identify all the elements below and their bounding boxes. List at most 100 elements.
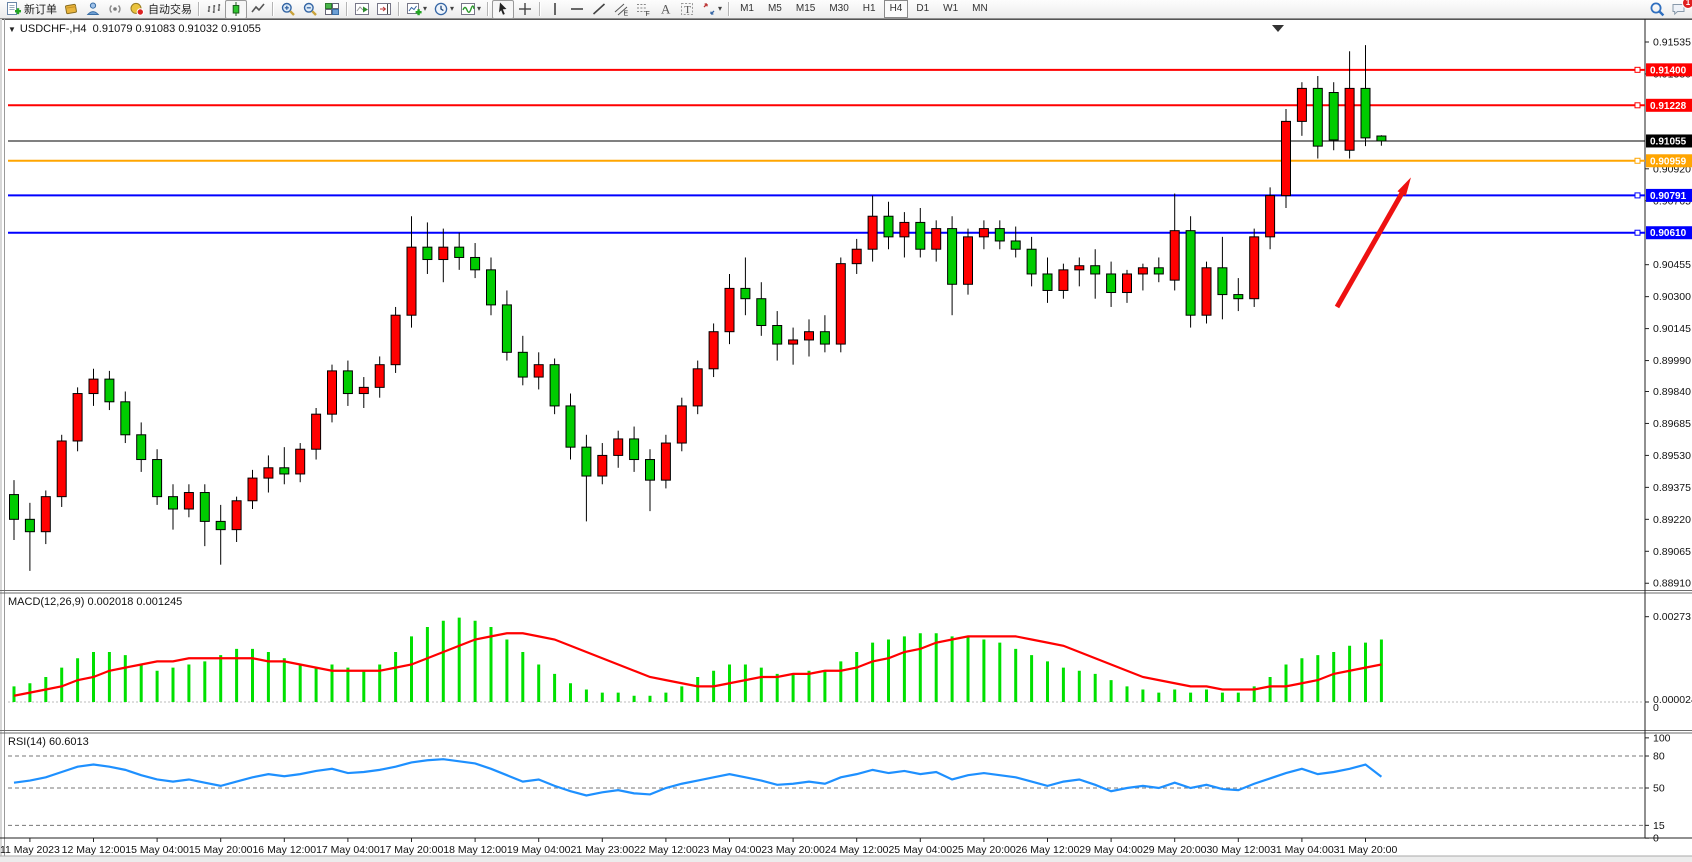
- svg-text:0.88910: 0.88910: [1653, 578, 1691, 590]
- timeframe-button-m30[interactable]: M30: [823, 0, 854, 18]
- svg-text:100: 100: [1653, 732, 1671, 744]
- chevron-down-icon[interactable]: ▾: [477, 5, 481, 13]
- timeframe-button-d1[interactable]: D1: [910, 0, 935, 18]
- hline-icon: [569, 1, 585, 17]
- macd-indicator-label: MACD(12,26,9) 0.002018 0.001245: [8, 596, 182, 608]
- chevron-down-icon[interactable]: ▾: [423, 5, 427, 13]
- chart-shift-button[interactable]: [373, 0, 395, 19]
- rsi-indicator-label: RSI(14) 60.6013: [8, 736, 89, 748]
- tile-windows-button[interactable]: [321, 0, 343, 19]
- svg-text:0.90791: 0.90791: [1650, 191, 1687, 202]
- autotrading-button[interactable]: 自动交易: [126, 0, 195, 19]
- svg-text:0.89685: 0.89685: [1653, 418, 1691, 430]
- cursor-button[interactable]: [492, 0, 514, 19]
- svg-text:0.000024: 0.000024: [1653, 694, 1692, 706]
- toolbar-group: [492, 0, 536, 18]
- trend-icon: [591, 1, 607, 17]
- svg-text:11 May 2023: 11 May 2023: [0, 844, 60, 856]
- crosshair-button[interactable]: [514, 0, 536, 19]
- horizontal-line-button[interactable]: [566, 0, 588, 19]
- svg-text:29 May 20:00: 29 May 20:00: [1143, 844, 1207, 856]
- toolbar-separator: [198, 2, 200, 16]
- candlestick-chart-button[interactable]: [225, 0, 247, 19]
- text-button[interactable]: A: [654, 0, 676, 19]
- search-button[interactable]: [1646, 0, 1668, 19]
- svg-text:0.90959: 0.90959: [1650, 156, 1687, 167]
- indicators-icon: [460, 1, 476, 17]
- navigator-button[interactable]: [82, 0, 104, 19]
- zoom-out-button[interactable]: [299, 0, 321, 19]
- svg-text:0.91400: 0.91400: [1650, 65, 1687, 76]
- ohlc-high: 0.91083: [136, 23, 176, 35]
- svg-text:17 May 04:00: 17 May 04:00: [316, 844, 380, 856]
- signal-button[interactable]: [104, 0, 126, 19]
- chart-background: [0, 19, 1692, 862]
- timeframe-button-m15[interactable]: M15: [790, 0, 821, 18]
- svg-text:80: 80: [1653, 751, 1665, 763]
- labelT-icon: T: [679, 1, 695, 17]
- chevron-down-icon[interactable]: ▾: [450, 5, 454, 13]
- svg-text:21 May 23:00: 21 May 23:00: [570, 844, 634, 856]
- linechart-icon: [250, 1, 266, 17]
- autotrade-icon: [129, 1, 145, 17]
- chart-menu-icon[interactable]: ▼: [8, 25, 16, 34]
- market-watch-button[interactable]: [60, 0, 82, 19]
- svg-text:0.91055: 0.91055: [1650, 136, 1687, 147]
- auto-scroll-button[interactable]: [351, 0, 373, 19]
- profiles-dropdown[interactable]: ▾: [430, 0, 457, 19]
- bar-chart-button[interactable]: [203, 0, 225, 19]
- timeframe-button-m1[interactable]: M1: [734, 0, 760, 18]
- svg-text:T: T: [684, 4, 691, 16]
- newchart-icon: [406, 1, 422, 17]
- svg-text:25 May 04:00: 25 May 04:00: [888, 844, 952, 856]
- svg-text:12 May 12:00: 12 May 12:00: [62, 844, 126, 856]
- timeframe-button-m5[interactable]: M5: [762, 0, 788, 18]
- svg-text:22 May 12:00: 22 May 12:00: [634, 844, 698, 856]
- trendline-button[interactable]: [588, 0, 610, 19]
- arrows-dropdown[interactable]: ▾: [698, 0, 725, 19]
- toolbar-separator: [539, 2, 541, 16]
- svg-text:0.91535: 0.91535: [1653, 37, 1691, 49]
- zoom-in-button[interactable]: [277, 0, 299, 19]
- vline-icon: [547, 1, 563, 17]
- bars-icon: [206, 1, 222, 17]
- chart-area[interactable]: 0.915350.913800.909200.907650.904550.903…: [0, 19, 1692, 862]
- ohlc-open: 0.91079: [93, 23, 133, 35]
- notifications-button[interactable]: 1: [1668, 0, 1690, 19]
- new-chart-dropdown[interactable]: ▾: [403, 0, 430, 19]
- new-order-button[interactable]: 新订单: [2, 0, 60, 19]
- timeframe-button-mn[interactable]: MN: [966, 0, 994, 18]
- equidistant-channel-button[interactable]: E: [610, 0, 632, 19]
- templates-dropdown[interactable]: ▾: [457, 0, 484, 19]
- svg-text:19 May 04:00: 19 May 04:00: [507, 844, 571, 856]
- timeframe-button-h1[interactable]: H1: [857, 0, 882, 18]
- tile-icon: [324, 1, 340, 17]
- toolbar-group: E F A T ▾: [544, 0, 725, 18]
- line-chart-button[interactable]: [247, 0, 269, 19]
- svg-text:0.89530: 0.89530: [1653, 450, 1691, 462]
- zoomout-icon: [302, 1, 318, 17]
- svg-text:15 May 04:00: 15 May 04:00: [125, 844, 189, 856]
- svg-text:0.90455: 0.90455: [1653, 259, 1691, 271]
- svg-text:F: F: [646, 11, 650, 17]
- rsi-name: RSI(14): [8, 736, 46, 748]
- svg-text:A: A: [661, 2, 671, 17]
- svg-text:15: 15: [1653, 820, 1665, 832]
- fibonacci-button[interactable]: F: [632, 0, 654, 19]
- timeframe-button-w1[interactable]: W1: [937, 0, 964, 18]
- svg-text:0.90610: 0.90610: [1650, 228, 1687, 239]
- svg-text:31 May 04:00: 31 May 04:00: [1270, 844, 1334, 856]
- timeframe-button-h4[interactable]: H4: [884, 0, 909, 18]
- svg-text:0: 0: [1653, 833, 1659, 845]
- svg-text:0.89375: 0.89375: [1653, 482, 1691, 494]
- toolbar-separator: [728, 2, 730, 16]
- text-label-button[interactable]: T: [676, 0, 698, 19]
- svg-text:0.89990: 0.89990: [1653, 355, 1691, 367]
- chevron-down-icon[interactable]: ▾: [718, 5, 722, 13]
- toolbar-separator: [398, 2, 400, 16]
- svg-text:0.00273: 0.00273: [1653, 611, 1691, 623]
- svg-text:15 May 20:00: 15 May 20:00: [189, 844, 253, 856]
- svg-text:31 May 20:00: 31 May 20:00: [1334, 844, 1398, 856]
- vertical-line-button[interactable]: [544, 0, 566, 19]
- svg-text:23 May 04:00: 23 May 04:00: [698, 844, 762, 856]
